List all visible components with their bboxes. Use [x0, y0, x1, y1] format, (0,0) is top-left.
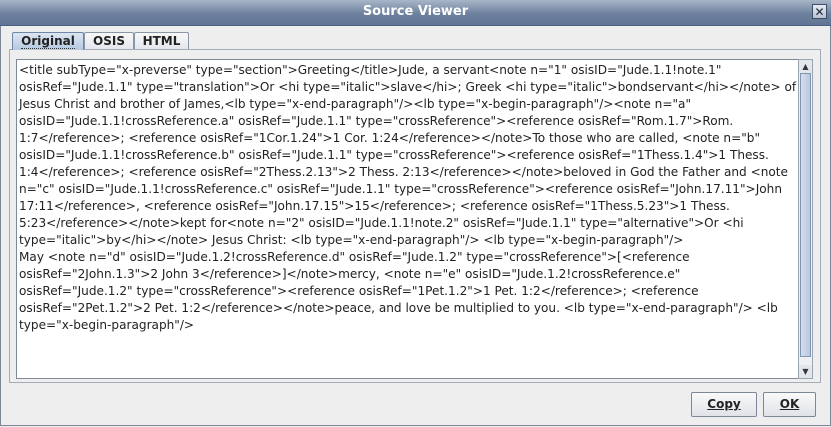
copy-button[interactable]: Copy	[691, 392, 757, 417]
tab-original-label: Original	[21, 34, 75, 49]
close-icon[interactable]: ✕	[812, 4, 827, 19]
tab-html-label: HTML	[142, 34, 181, 48]
window-title: Source Viewer	[362, 4, 469, 19]
ok-button[interactable]: OK	[763, 392, 816, 417]
title-bar: Source Viewer ✕	[0, 0, 831, 26]
ok-button-label: OK	[779, 397, 800, 411]
source-text[interactable]: <title subType="x-preverse" type="sectio…	[19, 62, 797, 334]
tab-osis[interactable]: OSIS	[84, 32, 134, 49]
tab-html[interactable]: HTML	[134, 32, 189, 49]
source-text-area[interactable]: <title subType="x-preverse" type="sectio…	[16, 59, 813, 379]
copy-button-label: Copy	[707, 397, 741, 411]
scroll-down-icon[interactable]: ▼	[799, 365, 812, 378]
vertical-scrollbar[interactable]: ▲ ▼	[798, 59, 813, 379]
scroll-thumb[interactable]	[800, 73, 811, 357]
tab-original[interactable]: Original	[12, 32, 84, 50]
scroll-up-icon[interactable]: ▲	[799, 60, 812, 73]
tab-osis-label: OSIS	[93, 34, 125, 48]
